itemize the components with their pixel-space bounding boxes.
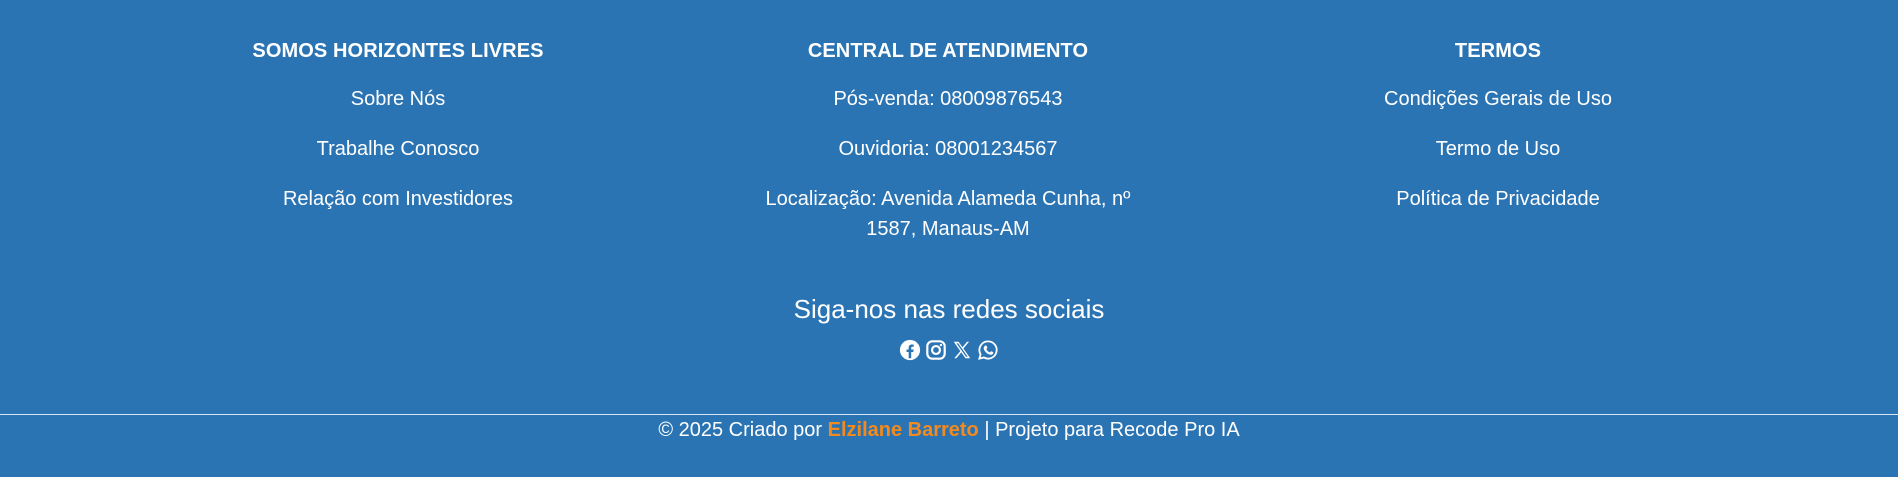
link-localizacao[interactable]: Localização: Avenida Alameda Cunha, nº 1…	[766, 188, 1131, 240]
column-title: CENTRAL DE ATENDIMENTO	[807, 40, 1089, 62]
list-item: Ouvidoria: 08001234567	[738, 134, 1158, 164]
instagram-icon[interactable]	[925, 339, 947, 361]
author-name[interactable]: Elzilane Barreto	[828, 419, 979, 441]
link-relacao-investidores[interactable]: Relação com Investidores	[283, 188, 513, 210]
social-heading: Siga-nos nas redes sociais	[793, 294, 1105, 324]
link-ouvidoria[interactable]: Ouvidoria: 08001234567	[838, 138, 1057, 160]
list-item: Relação com Investidores	[188, 184, 608, 214]
copyright-prefix: © 2025 Criado por	[658, 419, 823, 441]
link-sobre-nos[interactable]: Sobre Nós	[351, 88, 446, 110]
footer-column-terms: TERMOS Condições Gerais de Uso Termo de …	[1288, 38, 1708, 234]
list-item: Sobre Nós	[188, 84, 608, 114]
social-section: Siga-nos nas redes sociais	[0, 293, 1898, 361]
link-list: Condições Gerais de Uso Termo de Uso Pol…	[1288, 84, 1708, 214]
link-condicoes-gerais[interactable]: Condições Gerais de Uso	[1384, 88, 1612, 110]
footer-column-support: CENTRAL DE ATENDIMENTO Pós-venda: 080098…	[738, 38, 1158, 264]
copyright: © 2025 Criado por Elzilane Barreto | Pro…	[0, 418, 1898, 442]
footer-column-company: SOMOS HORIZONTES LIVRES Sobre Nós Trabal…	[188, 38, 608, 234]
link-pos-venda[interactable]: Pós-venda: 08009876543	[833, 88, 1062, 110]
social-icons	[0, 339, 1898, 361]
x-icon[interactable]	[951, 339, 973, 361]
link-trabalhe-conosco[interactable]: Trabalhe Conosco	[317, 138, 480, 160]
list-item: Localização: Avenida Alameda Cunha, nº 1…	[758, 184, 1138, 244]
list-item: Pós-venda: 08009876543	[738, 84, 1158, 114]
facebook-icon[interactable]	[899, 339, 921, 361]
link-politica-privacidade[interactable]: Política de Privacidade	[1396, 188, 1599, 210]
list-item: Trabalhe Conosco	[188, 134, 608, 164]
whatsapp-icon[interactable]	[977, 339, 999, 361]
list-item: Política de Privacidade	[1288, 184, 1708, 214]
list-item: Termo de Uso	[1288, 134, 1708, 164]
link-termo-de-uso[interactable]: Termo de Uso	[1436, 138, 1561, 160]
copyright-suffix: | Projeto para Recode Pro IA	[984, 419, 1240, 441]
footer-divider	[0, 414, 1898, 415]
column-title: TERMOS	[1454, 40, 1542, 62]
column-title: SOMOS HORIZONTES LIVRES	[252, 40, 544, 62]
link-list: Pós-venda: 08009876543 Ouvidoria: 080012…	[738, 84, 1158, 244]
link-list: Sobre Nós Trabalhe Conosco Relação com I…	[188, 84, 608, 214]
list-item: Condições Gerais de Uso	[1288, 84, 1708, 114]
